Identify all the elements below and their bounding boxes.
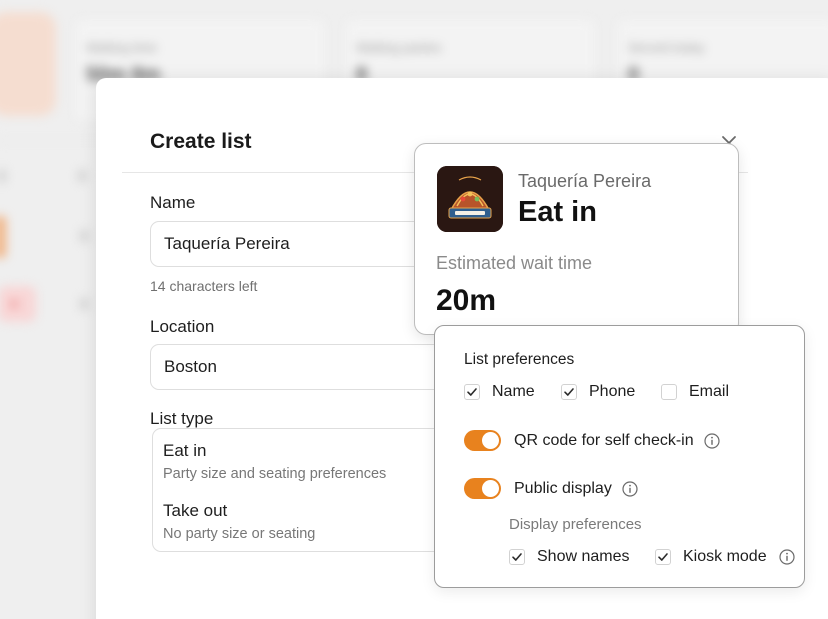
toggle-label: Public display [514,479,612,497]
display-checkbox-kiosk-mode[interactable]: Kiosk mode [655,548,795,566]
option-description: No party size or seating [163,526,316,542]
list-type-option-take-out[interactable]: Take out No party size or seating [163,501,315,542]
background-stat-label: Waiting parties [356,40,442,55]
name-label: Name [150,193,196,212]
wait-time-value: 20m [436,284,497,317]
background-dot [0,170,6,182]
qr-code-toggle-row: QR code for self check-in [464,430,720,451]
background-avatar [0,12,56,116]
info-icon[interactable] [704,432,720,449]
checkbox[interactable] [509,549,525,565]
info-icon[interactable] [622,480,638,497]
public-display-toggle[interactable] [464,478,501,499]
background-dot [78,170,86,182]
toggle-knob [482,480,499,497]
checkbox-label: Show names [537,548,630,565]
display-preferences-label: Display preferences [509,516,642,533]
background-row-marker [0,216,6,258]
background-row-icon [0,286,36,322]
store-preview-card: Taquería Pereira Eat in Estimated wait t… [414,143,739,335]
field-checkbox-name[interactable]: Name [464,383,535,401]
list-preferences-card: List preferences Name Phone Email QR cod… [434,325,805,588]
qr-code-toggle[interactable] [464,430,501,451]
info-icon[interactable] [778,549,795,565]
location-input[interactable] [150,344,450,390]
background-dot [80,298,88,310]
characters-left-hint: 14 characters left [150,278,258,294]
list-type-selector: Eat in Party size and seating preference… [152,428,452,552]
checkbox[interactable] [561,384,577,400]
preferences-title: List preferences [464,351,575,368]
checkbox-label: Phone [589,383,636,400]
wait-time-label: Estimated wait time [436,253,593,273]
toggle-knob [482,432,499,449]
modal-title: Create list [150,130,252,153]
public-display-toggle-row: Public display [464,478,638,499]
taqueria-logo-icon [437,166,503,232]
toggle-label: QR code for self check-in [514,431,694,449]
list-type-option-eat-in[interactable]: Eat in Party size and seating preference… [163,441,386,482]
field-checkbox-phone[interactable]: Phone [561,383,635,401]
list-type-label: List type [150,409,214,428]
background-stat-label: Served today [628,40,705,55]
background-stat-label: Waiting time [86,40,158,55]
store-name: Taquería Pereira [518,171,652,191]
checkbox[interactable] [655,549,671,565]
checkbox[interactable] [464,384,480,400]
option-title: Eat in [163,441,207,460]
checkbox-label: Kiosk mode [683,548,767,565]
checkbox-label: Name [492,383,535,400]
checkbox[interactable] [661,384,677,400]
checkbox-label: Email [689,383,730,400]
field-checkbox-email[interactable]: Email [661,383,729,401]
option-description: Party size and seating preferences [163,466,387,482]
option-title: Take out [163,501,228,520]
display-checkbox-show-names[interactable]: Show names [509,548,630,566]
location-label: Location [150,317,215,336]
name-input[interactable] [150,221,450,267]
background-divider [0,140,110,141]
background-dot [80,230,88,242]
list-mode-title: Eat in [518,196,597,228]
